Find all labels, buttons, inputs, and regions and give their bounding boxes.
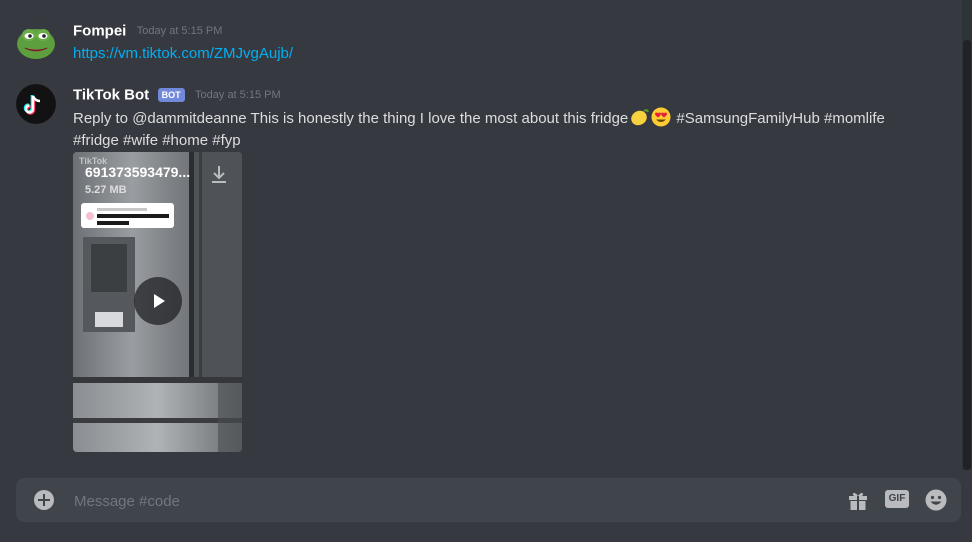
video-filesize: 5.27 MB (85, 184, 127, 196)
message-header: TikTok Bot BOT Today at 5:15 PM (73, 86, 281, 106)
play-button[interactable] (134, 277, 182, 325)
reply-sticker-graphic (86, 208, 169, 225)
message-content: https://vm.tiktok.com/ZMJvgAujb/ (73, 43, 933, 65)
avatar-tiktok-bot[interactable] (16, 84, 56, 124)
emoji-picker-icon[interactable] (924, 488, 948, 512)
gif-button[interactable]: GIF (885, 490, 909, 508)
scrollbar-thumb[interactable] (963, 40, 971, 470)
tiktok-link[interactable]: https://vm.tiktok.com/ZMJvgAujb/ (73, 45, 293, 62)
message-content: Reply to @dammitdeanne This is honestly … (73, 107, 933, 152)
add-attachment-icon[interactable] (34, 490, 54, 510)
bot-badge: BOT (157, 87, 185, 102)
video-attachment[interactable]: TikTok 691373593479... 5.27 MB (73, 152, 242, 452)
timestamp: Today at 5:15 PM (195, 88, 281, 101)
heart-eyes-emoji (651, 107, 671, 127)
username[interactable]: TikTok Bot (73, 86, 149, 103)
reply-sticker (81, 203, 174, 228)
timestamp: Today at 5:15 PM (136, 24, 223, 37)
message-input[interactable] (72, 488, 816, 514)
scrollbar-track[interactable] (962, 0, 972, 470)
gift-icon[interactable] (846, 488, 870, 512)
video-filename[interactable]: 691373593479... (85, 164, 203, 180)
avatar-fompei[interactable] (16, 20, 56, 60)
username[interactable]: Fompei (73, 22, 126, 39)
lemon-emoji (629, 107, 650, 127)
message-list: Fompei Today at 5:15 PM https://vm.tikto… (0, 0, 962, 470)
download-icon[interactable] (209, 164, 229, 186)
message-text: Reply to @dammitdeanne This is honestly … (73, 110, 629, 127)
message-composer: GIF (16, 478, 961, 522)
chat-window: Fompei Today at 5:15 PM https://vm.tikto… (0, 0, 972, 542)
message-header: Fompei Today at 5:15 PM (73, 22, 222, 42)
